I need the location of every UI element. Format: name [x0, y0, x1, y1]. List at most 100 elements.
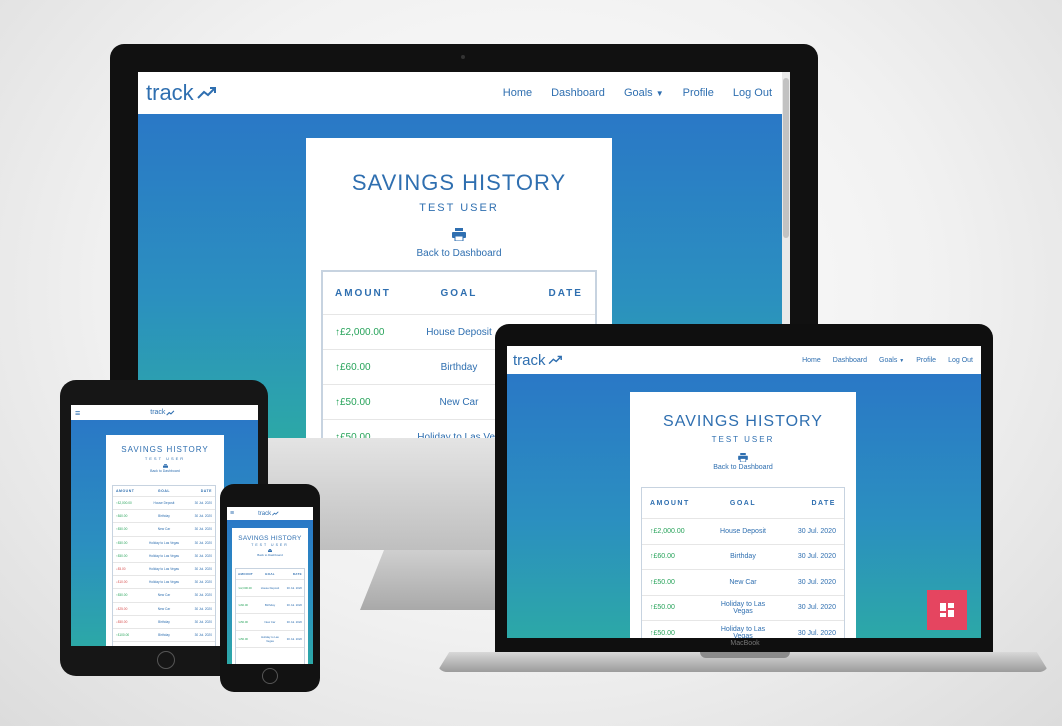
- phone-logo-text: track: [258, 510, 272, 517]
- phone-back-link[interactable]: Back to Dashboard: [232, 553, 308, 557]
- laptop-nav-profile[interactable]: Profile: [916, 357, 936, 364]
- row-goal: House Deposit: [720, 527, 766, 535]
- laptop-nav-goals-label: Goals: [879, 356, 898, 364]
- back-to-dashboard-link[interactable]: Back to Dashboard: [306, 248, 612, 259]
- row-goal: Birthday: [158, 514, 170, 519]
- row-date: 30 Jul. 2020: [194, 527, 212, 532]
- laptop-history-card: SAVINGS HISTORY TEST USER Back to Dashbo…: [630, 392, 856, 638]
- phone-page-title: SAVINGS HISTORY: [238, 535, 302, 542]
- nav-logout[interactable]: Log Out: [733, 87, 772, 99]
- scrollbar-thumb[interactable]: [783, 78, 789, 238]
- table-row: ↑£60.00 Birthday 30 Jul. 2020: [113, 510, 215, 524]
- row-amount: ↑£50.00: [650, 629, 675, 637]
- phone-table-header: AMOUNT GOAL DATE: [236, 569, 304, 580]
- row-amount: ↑£50.00: [335, 396, 371, 408]
- menu-fab-button[interactable]: [927, 590, 967, 630]
- laptop-nav-home[interactable]: Home: [802, 357, 821, 364]
- table-row: ↓£10.00 Holiday to Las Vegas 30 Jul. 2020: [113, 576, 215, 590]
- col-amount: AMOUNT: [335, 287, 391, 299]
- nav-links: Home Dashboard Goals ▼ Profile Log Out: [503, 87, 772, 99]
- row-date: 30 Jul. 2020: [194, 580, 212, 585]
- laptop-col-goal: GOAL: [729, 499, 757, 507]
- col-date: DATE: [548, 287, 583, 299]
- row-date: 30 Jul. 2020: [797, 604, 836, 612]
- nav-home[interactable]: Home: [503, 87, 532, 99]
- tablet-user-name: TEST USER: [144, 456, 186, 461]
- laptop-print-icon[interactable]: [630, 453, 856, 463]
- row-goal: House Deposit: [426, 326, 492, 338]
- tablet-table-body: ↑£2,000.00 House Deposit 30 Jul. 2020 ↑£60.…: [113, 497, 215, 646]
- table-row: ↑£2,000.00 House Deposit 30 Jul. 2020: [642, 519, 844, 545]
- phone-history-card: SAVINGS HISTORY TEST USER Back to Dashbo…: [232, 528, 308, 664]
- laptop-back-link[interactable]: Back to Dashboard: [630, 464, 856, 471]
- nav-profile[interactable]: Profile: [683, 87, 714, 99]
- table-row: ↑£50.00Holiday to Las Vegas30 Jul. 2020: [113, 642, 215, 646]
- table-row: ↑£50.00 New Car 30 Jul. 2020: [113, 589, 215, 603]
- print-icon[interactable]: [306, 228, 612, 246]
- row-date: 30 Jul. 2020: [194, 593, 212, 598]
- row-date: 30 Jul. 2020: [797, 629, 836, 637]
- row-goal: New Car: [264, 620, 276, 624]
- row-goal: Birthday: [730, 553, 756, 561]
- table-row: ↑£100.00 Birthday 30 Jul. 2020: [113, 629, 215, 643]
- tablet-home-button: [157, 651, 175, 669]
- laptop-nav-goals[interactable]: Goals ▼: [879, 357, 904, 364]
- row-amount: ↑£2,000.00: [116, 501, 132, 506]
- table-row: ↑£50.00Holiday to Las Vegas30 Jul. 2020: [642, 596, 844, 621]
- row-amount: ↑£50.00: [116, 553, 128, 558]
- row-date: 30 Jul. 2020: [194, 567, 212, 572]
- row-amount: ↑£60.00: [335, 361, 371, 373]
- row-date: 30 Jul. 2020: [194, 501, 212, 506]
- row-goal: House Deposit: [153, 501, 175, 506]
- row-date: 30 Jul. 2020: [194, 606, 212, 611]
- tablet-col-goal: GOAL: [157, 489, 171, 493]
- table-row: ↓£50.00 Birthday 30 Jul. 2020: [113, 616, 215, 629]
- laptop-col-date: DATE: [811, 499, 836, 507]
- laptop-logo[interactable]: track: [513, 352, 563, 369]
- row-goal: Birthday: [440, 361, 478, 373]
- row-amount: ↑£50.00: [238, 620, 248, 624]
- tablet-logo[interactable]: track: [150, 409, 175, 416]
- row-amount: ↑£2,000.00: [335, 326, 385, 338]
- table-row: ↓£25.00 New Car 30 Jul. 2020: [113, 603, 215, 616]
- row-date: 30 Jul. 2020: [194, 632, 212, 637]
- nav-goals-label: Goals: [623, 87, 653, 99]
- row-goal: New Car: [439, 396, 479, 408]
- row-amount: ↑£2,000.00: [650, 527, 685, 535]
- row-date: 30 Jul. 2020: [194, 514, 212, 519]
- laptop-label: MacBook: [730, 640, 760, 647]
- tablet-back-link[interactable]: Back to Dashboard: [106, 469, 224, 473]
- tablet-page-title: SAVINGS HISTORY: [121, 445, 209, 454]
- tablet-col-date: DATE: [200, 489, 212, 493]
- table-row: ↑£60.00 Birthday 30 Jul. 2020: [236, 597, 304, 614]
- row-amount: ↑£60.00: [238, 603, 248, 607]
- table-row: ↑£50.00Holiday to Las Vegas30 Jul. 2020: [236, 631, 304, 648]
- row-goal: New Car: [157, 527, 171, 532]
- row-amount: ↓£10.00: [116, 580, 128, 585]
- row-goal: Birthday: [158, 619, 170, 624]
- laptop-nav-logout[interactable]: Log Out: [948, 357, 973, 364]
- row-amount: ↓£25.00: [116, 606, 128, 611]
- phone-logo[interactable]: track: [258, 511, 279, 517]
- table-row: ↑£50.00Holiday to Las Vegas30 Jul. 2020: [113, 550, 215, 563]
- phone-screen: ≡ track SAVINGS HISTORY TEST USER Back t…: [227, 507, 313, 664]
- logo-text: track: [146, 80, 194, 105]
- col-goal: GOAL: [440, 287, 478, 299]
- table-row: ↑£50.00 New Car 30 Jul. 2020: [113, 523, 215, 537]
- laptop-nav-dashboard[interactable]: Dashboard: [833, 357, 867, 364]
- row-amount: ↑£50.00: [238, 637, 248, 641]
- row-goal: Birthday: [158, 632, 170, 637]
- trend-up-icon: [548, 355, 562, 365]
- table-header: AMOUNT GOAL DATE: [323, 272, 595, 315]
- hamburger-icon[interactable]: ≡: [230, 510, 234, 517]
- nav-dashboard[interactable]: Dashboard: [551, 87, 605, 99]
- hamburger-icon[interactable]: ≡: [75, 408, 80, 418]
- nav-goals[interactable]: Goals ▼: [624, 87, 664, 99]
- imac-camera: [461, 55, 465, 59]
- phone-table-body: ↑£2,000.00 House Deposit 30 Jul. 2020 ↑£60.…: [236, 580, 304, 648]
- page-title: SAVINGS HISTORY: [351, 170, 567, 195]
- brand-logo[interactable]: track: [146, 80, 217, 106]
- phone-savings-table: AMOUNT GOAL DATE ↑£2,000.00 House Deposit…: [235, 568, 305, 664]
- row-amount: ↓£5.00: [116, 567, 126, 572]
- row-goal: Holiday to Las Vegas: [261, 635, 279, 643]
